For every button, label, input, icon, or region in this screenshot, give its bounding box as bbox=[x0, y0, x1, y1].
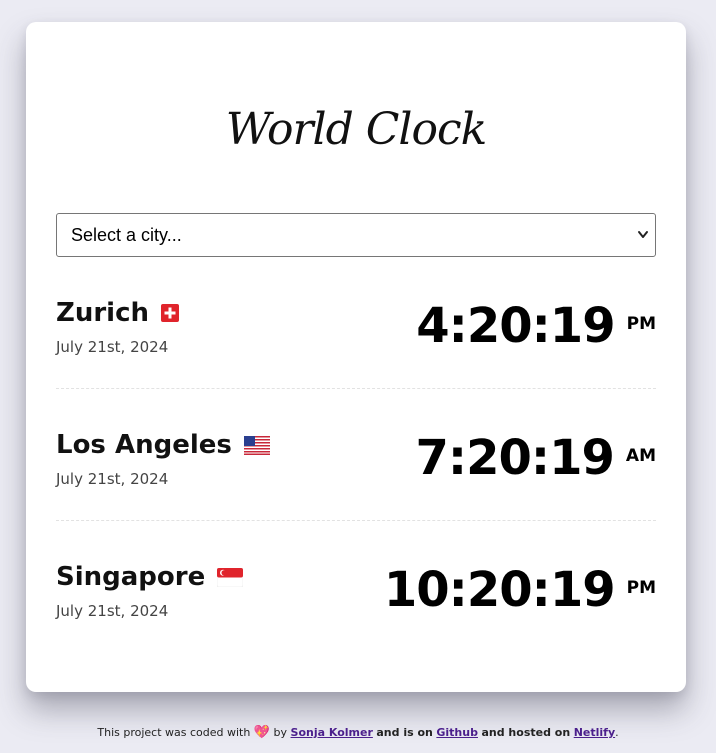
city-name: Zurich bbox=[56, 298, 150, 328]
footer-end: . bbox=[615, 726, 619, 739]
city-date: July 21st, 2024 bbox=[56, 470, 169, 488]
city-row-zurich: Zurich July 21st, 2024 4:20:19 PM bbox=[56, 296, 656, 396]
city-select-box[interactable]: Select a city... bbox=[56, 213, 656, 257]
footer-and-hosted-on: and hosted on bbox=[481, 726, 571, 739]
city-date: July 21st, 2024 bbox=[56, 338, 169, 356]
city-row-los-angeles: Los Angeles July 21st, 2024 7:20:19 AM bbox=[56, 428, 656, 528]
city-name: Los Angeles bbox=[56, 430, 232, 460]
footer: This project was coded with 💖 by Sonja K… bbox=[0, 725, 716, 740]
city-ampm: PM bbox=[626, 314, 656, 334]
heart-icon: 💖 bbox=[253, 725, 271, 740]
city-ampm: PM bbox=[626, 578, 656, 598]
city-name-line: Zurich bbox=[56, 296, 180, 330]
world-clock-logo: World Clock bbox=[225, 104, 488, 155]
city-select[interactable]: Select a city... bbox=[56, 213, 656, 257]
divider bbox=[56, 520, 656, 521]
city-name: Singapore bbox=[56, 562, 206, 592]
netlify-link[interactable]: Netlify bbox=[574, 726, 615, 739]
city-time: 10:20:19 bbox=[383, 562, 616, 618]
city-name-line: Los Angeles bbox=[56, 428, 270, 462]
time-group: 10:20:19 PM bbox=[384, 560, 656, 620]
switzerland-flag-icon bbox=[161, 304, 180, 322]
city-name-line: Singapore bbox=[56, 560, 244, 594]
footer-prefix: This project was coded with bbox=[97, 726, 251, 739]
clock-card: World Clock Select a city... Zurich July… bbox=[26, 22, 686, 692]
usa-flag-icon bbox=[243, 435, 270, 455]
city-time: 4:20:19 bbox=[416, 298, 615, 354]
city-select-value: Select a city... bbox=[71, 224, 182, 245]
city-date: July 21st, 2024 bbox=[56, 602, 169, 620]
city-row-singapore: Singapore July 21st, 2024 10:20:19 PM bbox=[56, 560, 656, 660]
author-link[interactable]: Sonja Kolmer bbox=[291, 726, 373, 739]
footer-and-is-on: and is on bbox=[376, 726, 433, 739]
time-group: 4:20:19 PM bbox=[416, 296, 656, 356]
city-time: 7:20:19 bbox=[415, 430, 615, 486]
github-link[interactable]: Github bbox=[436, 726, 478, 739]
chevron-down-icon bbox=[638, 231, 648, 238]
city-ampm: AM bbox=[625, 446, 656, 466]
footer-by: by bbox=[273, 726, 288, 739]
time-group: 7:20:19 AM bbox=[416, 428, 656, 488]
divider bbox=[56, 388, 656, 389]
singapore-flag-icon bbox=[217, 567, 244, 587]
